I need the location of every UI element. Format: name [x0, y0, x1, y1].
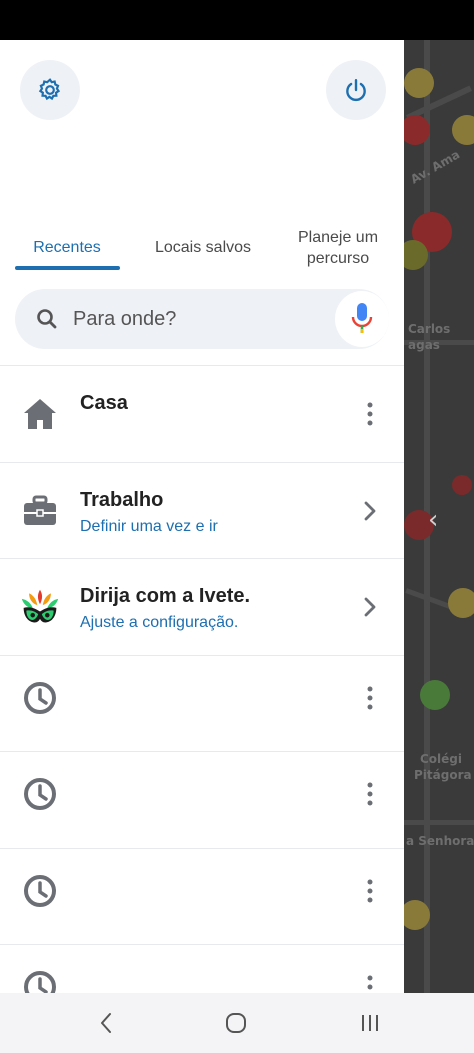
- more-icon[interactable]: [356, 396, 384, 432]
- more-icon[interactable]: [356, 776, 384, 812]
- map-poi: [420, 680, 450, 710]
- clock-icon: [20, 678, 60, 718]
- map-label: Carlos: [408, 322, 451, 336]
- back-icon: [101, 1013, 111, 1033]
- search-bar[interactable]: [15, 289, 389, 349]
- list-item-title: Casa: [80, 392, 128, 414]
- carnival-mask-icon: [20, 587, 60, 627]
- map-label: agas: [408, 338, 440, 352]
- home-icon: [20, 394, 60, 434]
- recent-item[interactable]: [0, 654, 404, 752]
- list-item-casa[interactable]: Casa: [0, 365, 404, 462]
- navigation-drawer: Recentes Locais salvos Planeje um percur…: [0, 40, 404, 993]
- list-item-subtitle: Ajuste a configuração.: [80, 614, 239, 631]
- microphone-icon: [351, 303, 373, 333]
- chevron-left-icon[interactable]: ‹: [428, 505, 438, 535]
- power-button[interactable]: [326, 60, 386, 120]
- more-icon[interactable]: [356, 680, 384, 716]
- briefcase-icon: [20, 491, 60, 531]
- home-button[interactable]: [218, 1005, 254, 1041]
- map-label: Av. Ama: [408, 147, 463, 187]
- map-road: [404, 820, 474, 825]
- settings-button[interactable]: [20, 60, 80, 120]
- status-bar: [0, 0, 474, 40]
- more-icon[interactable]: [356, 873, 384, 909]
- gear-icon: [38, 78, 61, 101]
- map-poi: [452, 475, 472, 495]
- clock-icon: [20, 774, 60, 814]
- map-poi: [448, 588, 474, 618]
- active-tab-indicator: [15, 266, 120, 270]
- recent-item[interactable]: [0, 847, 404, 945]
- recent-item[interactable]: [0, 751, 404, 848]
- more-icon[interactable]: [356, 969, 384, 993]
- map-label: Colégi: [420, 752, 463, 766]
- map-view[interactable]: Av. Ama Carlos agas Colégi Pitágora a Se…: [404, 40, 474, 993]
- list-item-trabalho[interactable]: Trabalho Definir uma vez e ir: [0, 461, 404, 559]
- chevron-right-icon[interactable]: [356, 493, 384, 529]
- map-poi: [452, 115, 474, 145]
- list-item-ivete[interactable]: Dirija com a Ivete. Ajuste a configuraçã…: [0, 558, 404, 655]
- map-label: Pitágora: [414, 768, 472, 782]
- list-item-title: Trabalho: [80, 488, 164, 511]
- tab-planeje-percurso[interactable]: Planeje um percurso: [282, 220, 394, 275]
- voice-search-button[interactable]: [335, 291, 389, 347]
- destination-list: Casa Trabalho Definir uma vez e ir Dirij…: [0, 365, 404, 993]
- chevron-right-icon[interactable]: [356, 589, 384, 625]
- recent-item[interactable]: [0, 944, 404, 993]
- recent-apps-button[interactable]: [352, 1005, 388, 1041]
- map-poi: [404, 68, 434, 98]
- power-icon: [346, 79, 366, 102]
- list-item-subtitle: Definir uma vez e ir: [80, 517, 218, 535]
- clock-icon: [20, 871, 60, 911]
- tab-locais-salvos[interactable]: Locais salvos: [140, 220, 266, 275]
- recent-apps-icon: [362, 1015, 378, 1031]
- search-icon: [37, 309, 57, 329]
- search-input[interactable]: [73, 299, 333, 339]
- system-nav-bar: [0, 993, 474, 1053]
- map-label: a Senhora: [406, 834, 474, 848]
- list-item-title: Dirija com a Ivete.: [80, 585, 251, 607]
- back-button[interactable]: [88, 1005, 124, 1041]
- clock-icon: [20, 967, 60, 993]
- home-circle-icon: [226, 1013, 246, 1033]
